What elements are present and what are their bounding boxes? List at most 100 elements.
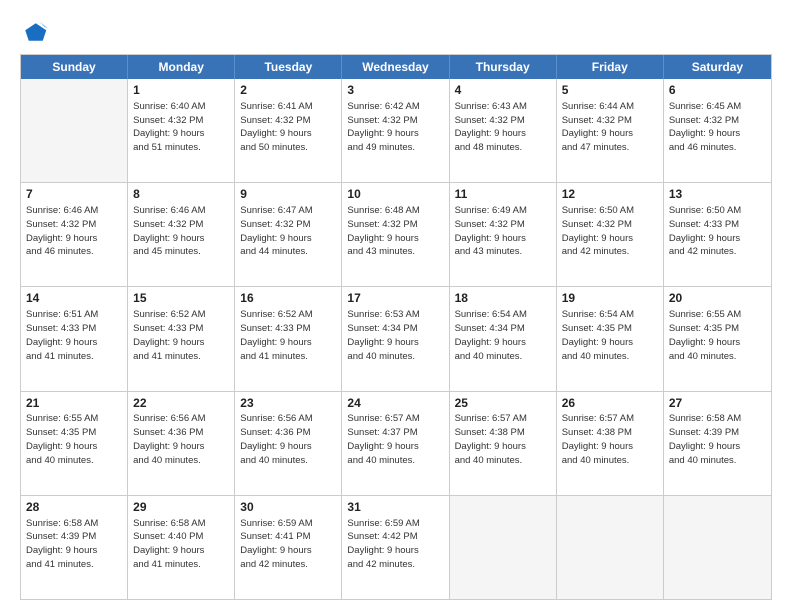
day-info: Sunrise: 6:46 AMSunset: 4:32 PMDaylight:…	[26, 204, 122, 259]
day-cell-9: 9Sunrise: 6:47 AMSunset: 4:32 PMDaylight…	[235, 183, 342, 286]
day-cell-15: 15Sunrise: 6:52 AMSunset: 4:33 PMDayligh…	[128, 287, 235, 390]
day-number: 3	[347, 82, 443, 99]
day-info: Sunrise: 6:59 AMSunset: 4:42 PMDaylight:…	[347, 517, 443, 572]
day-cell-14: 14Sunrise: 6:51 AMSunset: 4:33 PMDayligh…	[21, 287, 128, 390]
day-info: Sunrise: 6:42 AMSunset: 4:32 PMDaylight:…	[347, 100, 443, 155]
day-number: 22	[133, 395, 229, 412]
day-info: Sunrise: 6:49 AMSunset: 4:32 PMDaylight:…	[455, 204, 551, 259]
calendar: SundayMondayTuesdayWednesdayThursdayFrid…	[20, 54, 772, 600]
day-number: 29	[133, 499, 229, 516]
calendar-header: SundayMondayTuesdayWednesdayThursdayFrid…	[21, 55, 771, 79]
empty-cell	[450, 496, 557, 599]
day-number: 19	[562, 290, 658, 307]
day-number: 13	[669, 186, 766, 203]
week-row-1: 1Sunrise: 6:40 AMSunset: 4:32 PMDaylight…	[21, 79, 771, 182]
day-info: Sunrise: 6:53 AMSunset: 4:34 PMDaylight:…	[347, 308, 443, 363]
day-cell-29: 29Sunrise: 6:58 AMSunset: 4:40 PMDayligh…	[128, 496, 235, 599]
day-cell-28: 28Sunrise: 6:58 AMSunset: 4:39 PMDayligh…	[21, 496, 128, 599]
day-info: Sunrise: 6:50 AMSunset: 4:32 PMDaylight:…	[562, 204, 658, 259]
day-cell-21: 21Sunrise: 6:55 AMSunset: 4:35 PMDayligh…	[21, 392, 128, 495]
day-info: Sunrise: 6:48 AMSunset: 4:32 PMDaylight:…	[347, 204, 443, 259]
day-cell-7: 7Sunrise: 6:46 AMSunset: 4:32 PMDaylight…	[21, 183, 128, 286]
day-number: 31	[347, 499, 443, 516]
day-cell-18: 18Sunrise: 6:54 AMSunset: 4:34 PMDayligh…	[450, 287, 557, 390]
day-cell-5: 5Sunrise: 6:44 AMSunset: 4:32 PMDaylight…	[557, 79, 664, 182]
empty-cell	[557, 496, 664, 599]
day-cell-26: 26Sunrise: 6:57 AMSunset: 4:38 PMDayligh…	[557, 392, 664, 495]
header-day-tuesday: Tuesday	[235, 55, 342, 79]
day-number: 14	[26, 290, 122, 307]
header-day-monday: Monday	[128, 55, 235, 79]
day-info: Sunrise: 6:58 AMSunset: 4:39 PMDaylight:…	[669, 412, 766, 467]
day-number: 21	[26, 395, 122, 412]
day-info: Sunrise: 6:57 AMSunset: 4:38 PMDaylight:…	[455, 412, 551, 467]
day-cell-22: 22Sunrise: 6:56 AMSunset: 4:36 PMDayligh…	[128, 392, 235, 495]
day-number: 25	[455, 395, 551, 412]
day-info: Sunrise: 6:57 AMSunset: 4:38 PMDaylight:…	[562, 412, 658, 467]
day-info: Sunrise: 6:55 AMSunset: 4:35 PMDaylight:…	[669, 308, 766, 363]
day-info: Sunrise: 6:40 AMSunset: 4:32 PMDaylight:…	[133, 100, 229, 155]
day-cell-23: 23Sunrise: 6:56 AMSunset: 4:36 PMDayligh…	[235, 392, 342, 495]
day-info: Sunrise: 6:51 AMSunset: 4:33 PMDaylight:…	[26, 308, 122, 363]
day-info: Sunrise: 6:41 AMSunset: 4:32 PMDaylight:…	[240, 100, 336, 155]
day-number: 15	[133, 290, 229, 307]
day-number: 26	[562, 395, 658, 412]
day-number: 28	[26, 499, 122, 516]
day-info: Sunrise: 6:43 AMSunset: 4:32 PMDaylight:…	[455, 100, 551, 155]
day-number: 11	[455, 186, 551, 203]
day-cell-19: 19Sunrise: 6:54 AMSunset: 4:35 PMDayligh…	[557, 287, 664, 390]
logo-icon	[20, 18, 48, 46]
day-number: 20	[669, 290, 766, 307]
logo	[20, 18, 50, 46]
day-info: Sunrise: 6:58 AMSunset: 4:40 PMDaylight:…	[133, 517, 229, 572]
day-cell-6: 6Sunrise: 6:45 AMSunset: 4:32 PMDaylight…	[664, 79, 771, 182]
day-cell-3: 3Sunrise: 6:42 AMSunset: 4:32 PMDaylight…	[342, 79, 449, 182]
header-day-sunday: Sunday	[21, 55, 128, 79]
day-cell-10: 10Sunrise: 6:48 AMSunset: 4:32 PMDayligh…	[342, 183, 449, 286]
day-number: 10	[347, 186, 443, 203]
day-cell-13: 13Sunrise: 6:50 AMSunset: 4:33 PMDayligh…	[664, 183, 771, 286]
day-info: Sunrise: 6:46 AMSunset: 4:32 PMDaylight:…	[133, 204, 229, 259]
day-number: 4	[455, 82, 551, 99]
day-info: Sunrise: 6:58 AMSunset: 4:39 PMDaylight:…	[26, 517, 122, 572]
week-row-5: 28Sunrise: 6:58 AMSunset: 4:39 PMDayligh…	[21, 495, 771, 599]
day-info: Sunrise: 6:54 AMSunset: 4:34 PMDaylight:…	[455, 308, 551, 363]
day-number: 12	[562, 186, 658, 203]
day-info: Sunrise: 6:57 AMSunset: 4:37 PMDaylight:…	[347, 412, 443, 467]
day-number: 27	[669, 395, 766, 412]
week-row-4: 21Sunrise: 6:55 AMSunset: 4:35 PMDayligh…	[21, 391, 771, 495]
day-number: 24	[347, 395, 443, 412]
day-info: Sunrise: 6:56 AMSunset: 4:36 PMDaylight:…	[133, 412, 229, 467]
day-info: Sunrise: 6:54 AMSunset: 4:35 PMDaylight:…	[562, 308, 658, 363]
day-number: 30	[240, 499, 336, 516]
day-info: Sunrise: 6:47 AMSunset: 4:32 PMDaylight:…	[240, 204, 336, 259]
day-number: 2	[240, 82, 336, 99]
day-cell-2: 2Sunrise: 6:41 AMSunset: 4:32 PMDaylight…	[235, 79, 342, 182]
day-cell-11: 11Sunrise: 6:49 AMSunset: 4:32 PMDayligh…	[450, 183, 557, 286]
empty-cell	[21, 79, 128, 182]
day-info: Sunrise: 6:52 AMSunset: 4:33 PMDaylight:…	[133, 308, 229, 363]
calendar-body: 1Sunrise: 6:40 AMSunset: 4:32 PMDaylight…	[21, 79, 771, 599]
day-info: Sunrise: 6:56 AMSunset: 4:36 PMDaylight:…	[240, 412, 336, 467]
header-day-saturday: Saturday	[664, 55, 771, 79]
day-number: 1	[133, 82, 229, 99]
week-row-3: 14Sunrise: 6:51 AMSunset: 4:33 PMDayligh…	[21, 286, 771, 390]
day-cell-17: 17Sunrise: 6:53 AMSunset: 4:34 PMDayligh…	[342, 287, 449, 390]
day-number: 8	[133, 186, 229, 203]
header-day-wednesday: Wednesday	[342, 55, 449, 79]
day-cell-20: 20Sunrise: 6:55 AMSunset: 4:35 PMDayligh…	[664, 287, 771, 390]
week-row-2: 7Sunrise: 6:46 AMSunset: 4:32 PMDaylight…	[21, 182, 771, 286]
day-number: 16	[240, 290, 336, 307]
day-number: 9	[240, 186, 336, 203]
day-cell-27: 27Sunrise: 6:58 AMSunset: 4:39 PMDayligh…	[664, 392, 771, 495]
day-info: Sunrise: 6:50 AMSunset: 4:33 PMDaylight:…	[669, 204, 766, 259]
day-info: Sunrise: 6:52 AMSunset: 4:33 PMDaylight:…	[240, 308, 336, 363]
day-number: 23	[240, 395, 336, 412]
header	[20, 18, 772, 46]
header-day-thursday: Thursday	[450, 55, 557, 79]
day-info: Sunrise: 6:44 AMSunset: 4:32 PMDaylight:…	[562, 100, 658, 155]
day-cell-25: 25Sunrise: 6:57 AMSunset: 4:38 PMDayligh…	[450, 392, 557, 495]
day-cell-8: 8Sunrise: 6:46 AMSunset: 4:32 PMDaylight…	[128, 183, 235, 286]
day-cell-24: 24Sunrise: 6:57 AMSunset: 4:37 PMDayligh…	[342, 392, 449, 495]
day-number: 17	[347, 290, 443, 307]
